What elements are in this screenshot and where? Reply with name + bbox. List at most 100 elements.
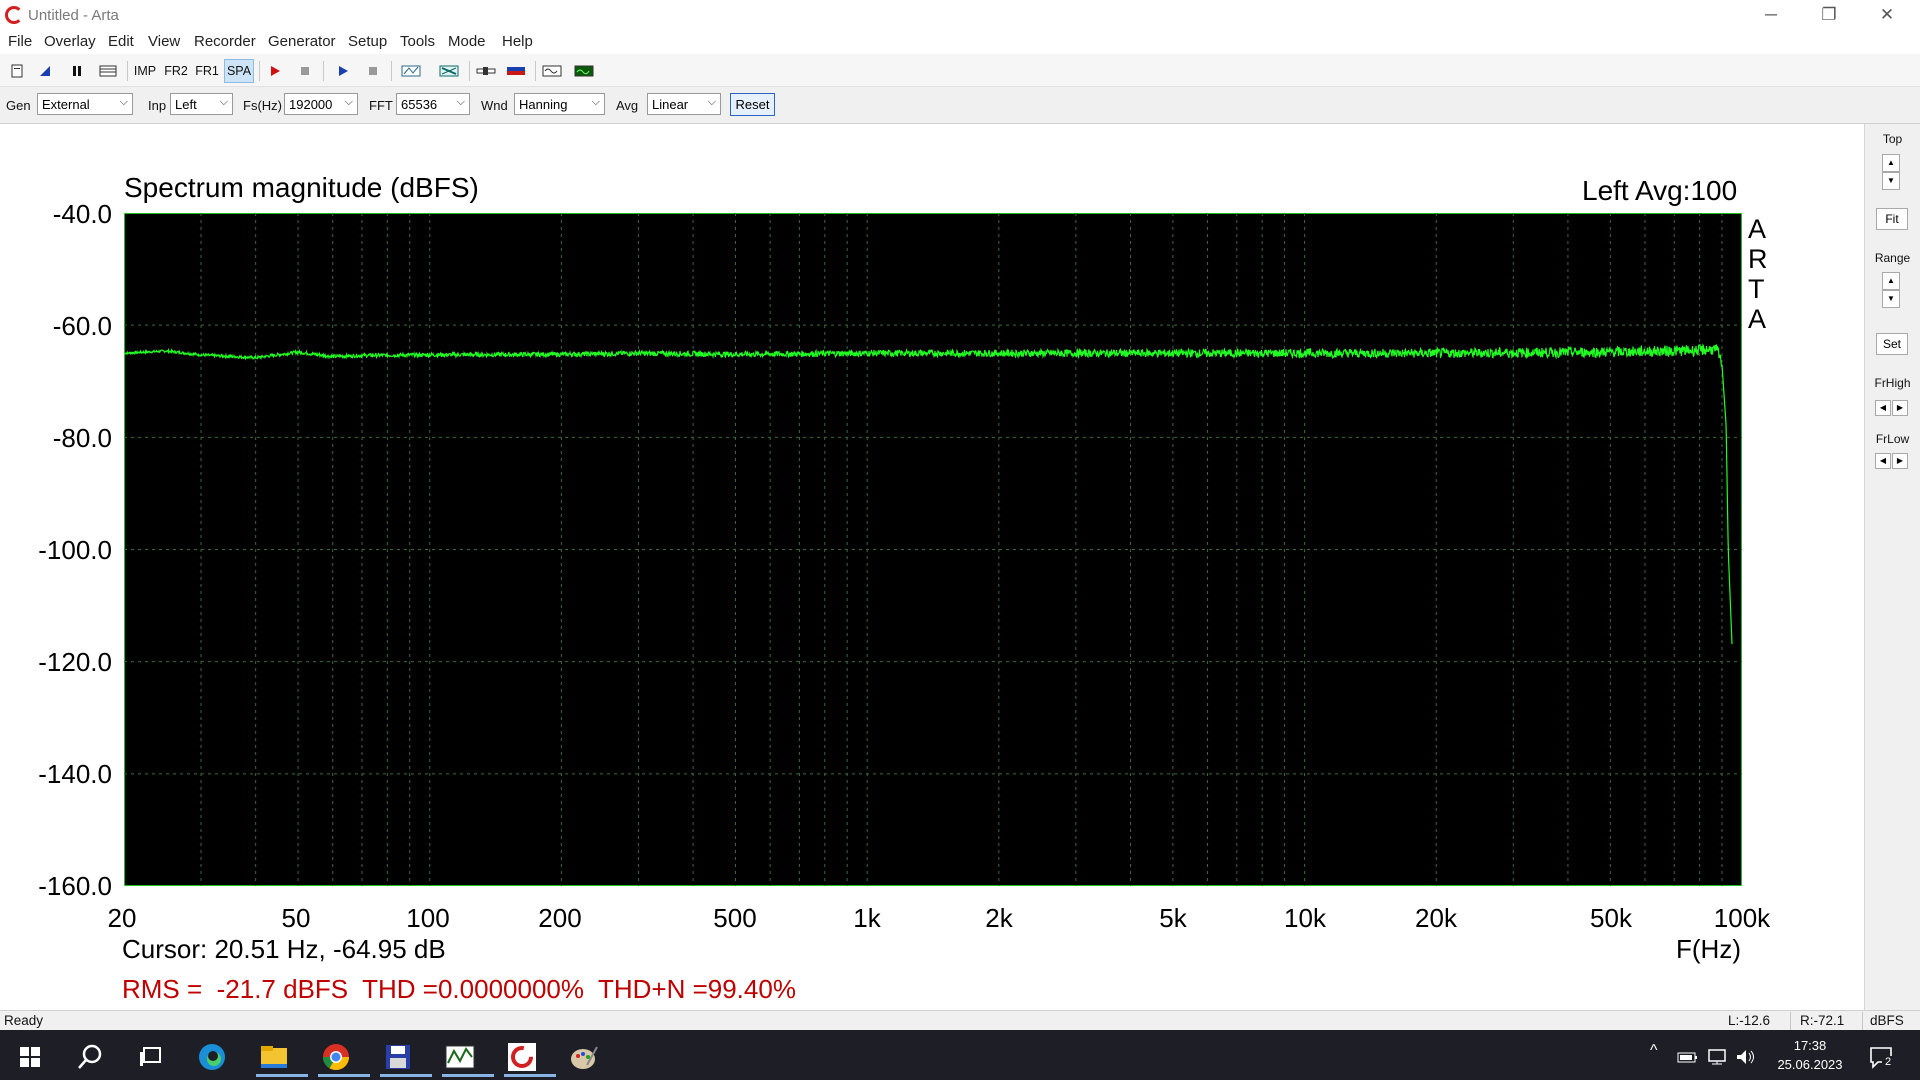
status-ready: Ready [4, 1013, 44, 1028]
fs-select[interactable]: 192000 ⌵ [284, 93, 358, 115]
toolbar-separator [469, 61, 470, 81]
frlow-right-button[interactable]: ▶ [1892, 453, 1908, 469]
close-button[interactable]: ✕ [1858, 0, 1916, 30]
menu-setup[interactable]: Setup [348, 33, 387, 50]
frhigh-left-button[interactable]: ◀ [1875, 400, 1891, 416]
top-down-button[interactable]: ▼ [1882, 172, 1900, 190]
menu-tools[interactable]: Tools [400, 33, 435, 50]
active-app-indicator [318, 1074, 370, 1077]
toolbar-separator [259, 61, 260, 81]
record-stop-icon[interactable] [294, 59, 316, 83]
x-tick-label: 50k [1590, 903, 1632, 933]
record-play-icon[interactable] [264, 59, 286, 83]
y-tick-label: -100.0 [38, 535, 112, 565]
fr1-mode-button[interactable]: FR1 [193, 59, 221, 83]
channel-avg-label: Left Avg:100 [1582, 175, 1738, 206]
y-tick-label: -60.0 [52, 311, 112, 341]
wnd-select[interactable]: Hanning ⌵ [514, 93, 605, 115]
start-windows-icon[interactable] [8, 1037, 52, 1077]
y-tick-label: -80.0 [52, 423, 112, 453]
chart-title: Spectrum magnitude (dBFS) [124, 172, 479, 203]
search-icon[interactable] [68, 1037, 112, 1077]
range-down-button[interactable]: ▼ [1882, 290, 1900, 308]
table-view-icon[interactable] [96, 59, 120, 83]
menu-overlay[interactable]: Overlay [44, 33, 96, 50]
volume-icon[interactable] [1733, 1037, 1759, 1077]
menu-view[interactable]: View [148, 33, 180, 50]
paint-app-icon[interactable] [562, 1037, 606, 1077]
menu-edit[interactable]: Edit [108, 33, 134, 50]
attenuator-icon[interactable] [474, 59, 498, 83]
fr2-mode-button[interactable]: FR2 [162, 59, 190, 83]
restore-button[interactable]: ❐ [1800, 0, 1858, 30]
imp-mode-button[interactable]: IMP [132, 59, 158, 83]
x-tick-label: 20 [107, 903, 137, 933]
gen-select[interactable]: External ⌵ [37, 93, 133, 115]
wnd-label: Wnd [481, 98, 508, 113]
top-up-button[interactable]: ▲ [1882, 154, 1900, 172]
fft-select[interactable]: 65536 ⌵ [396, 93, 470, 115]
abc-tool-icon[interactable] [398, 59, 424, 83]
x-tick-label: 1k [853, 903, 881, 933]
edge-browser-icon[interactable] [190, 1037, 234, 1077]
inp-select[interactable]: Left ⌵ [170, 93, 233, 115]
generator-play-icon[interactable] [332, 59, 354, 83]
menu-recorder[interactable]: Recorder [194, 33, 256, 50]
range-up-button[interactable]: ▲ [1882, 272, 1900, 290]
reset-button[interactable]: Reset [730, 93, 775, 116]
y-tick-label: -160.0 [38, 871, 112, 901]
chevron-down-icon: ⌵ [707, 96, 716, 108]
chevron-down-icon: ⌵ [219, 96, 228, 108]
new-file-icon[interactable] [6, 59, 28, 83]
analysis-controls: Gen External ⌵ Inp Left ⌵ Fs(Hz) 192000 … [0, 87, 1920, 124]
scale-side-panel: Top ▲ ▼ Fit Range ▲ ▼ Set FrHigh ◀ ▶ FrL… [1865, 124, 1920, 1010]
spectrum-scope-icon[interactable] [572, 59, 596, 83]
battery-icon[interactable] [1675, 1037, 1701, 1077]
watermark-letter: R [1748, 244, 1768, 274]
generator-stop-icon[interactable] [362, 59, 384, 83]
chevron-down-icon: ⌵ [344, 96, 353, 108]
y-tick-label: -40.0 [52, 199, 112, 229]
status-bar: Ready L:-12.6 R:-72.1 dBFS [0, 1010, 1920, 1031]
floppy-app-icon[interactable] [376, 1037, 432, 1077]
avg-select-value: Linear [652, 97, 689, 112]
x-tick-label: 500 [713, 903, 757, 933]
minimize-button[interactable]: ─ [1742, 0, 1800, 30]
frhigh-label: FrHigh [1874, 376, 1911, 390]
x-tick-label: 100k [1713, 903, 1771, 933]
menu-bar: File Overlay Edit View Recorder Generato… [0, 30, 1920, 54]
menu-mode[interactable]: Mode [448, 33, 486, 50]
frlow-label: FrLow [1875, 432, 1910, 446]
avg-select[interactable]: Linear ⌵ [647, 93, 721, 115]
spectrum-plot[interactable] [124, 213, 1742, 886]
oscilloscope-icon[interactable] [540, 59, 564, 83]
frlow-left-button[interactable]: ◀ [1875, 453, 1891, 469]
pause-icon[interactable] [66, 59, 88, 83]
network-icon[interactable] [1704, 1037, 1730, 1077]
fs-select-value: 192000 [289, 97, 333, 112]
arta-app-icon [5, 6, 23, 24]
frhigh-right-button[interactable]: ▶ [1892, 400, 1908, 416]
range-label: Range [1874, 251, 1911, 265]
level-meter-icon[interactable] [504, 59, 528, 83]
menu-file[interactable]: File [8, 33, 32, 50]
inp-label: Inp [148, 98, 167, 113]
arta-taskbar-icon[interactable] [500, 1037, 556, 1077]
clock-date[interactable]: 25.06.2023 [1770, 1057, 1850, 1072]
measurement-app-icon[interactable] [438, 1037, 494, 1077]
chevron-up-icon[interactable]: ^ [1650, 1042, 1658, 1060]
fit-button[interactable]: Fit [1876, 208, 1908, 230]
active-app-indicator [504, 1074, 556, 1077]
file-explorer-icon[interactable] [252, 1037, 308, 1077]
spa-mode-button[interactable]: SPA [224, 59, 254, 83]
menu-help[interactable]: Help [502, 33, 533, 50]
chrome-icon[interactable] [314, 1037, 370, 1077]
clock-time[interactable]: 17:38 [1770, 1038, 1850, 1053]
distortion-metrics: RMS = -21.7 dBFS THD =0.0000000% THD+N =… [122, 974, 796, 1004]
calibration-icon[interactable] [436, 59, 462, 83]
open-file-icon[interactable] [34, 59, 56, 83]
set-button[interactable]: Set [1876, 333, 1908, 355]
task-view-icon[interactable] [128, 1037, 172, 1077]
menu-generator[interactable]: Generator [268, 33, 336, 50]
watermark-letter: A [1748, 304, 1767, 334]
